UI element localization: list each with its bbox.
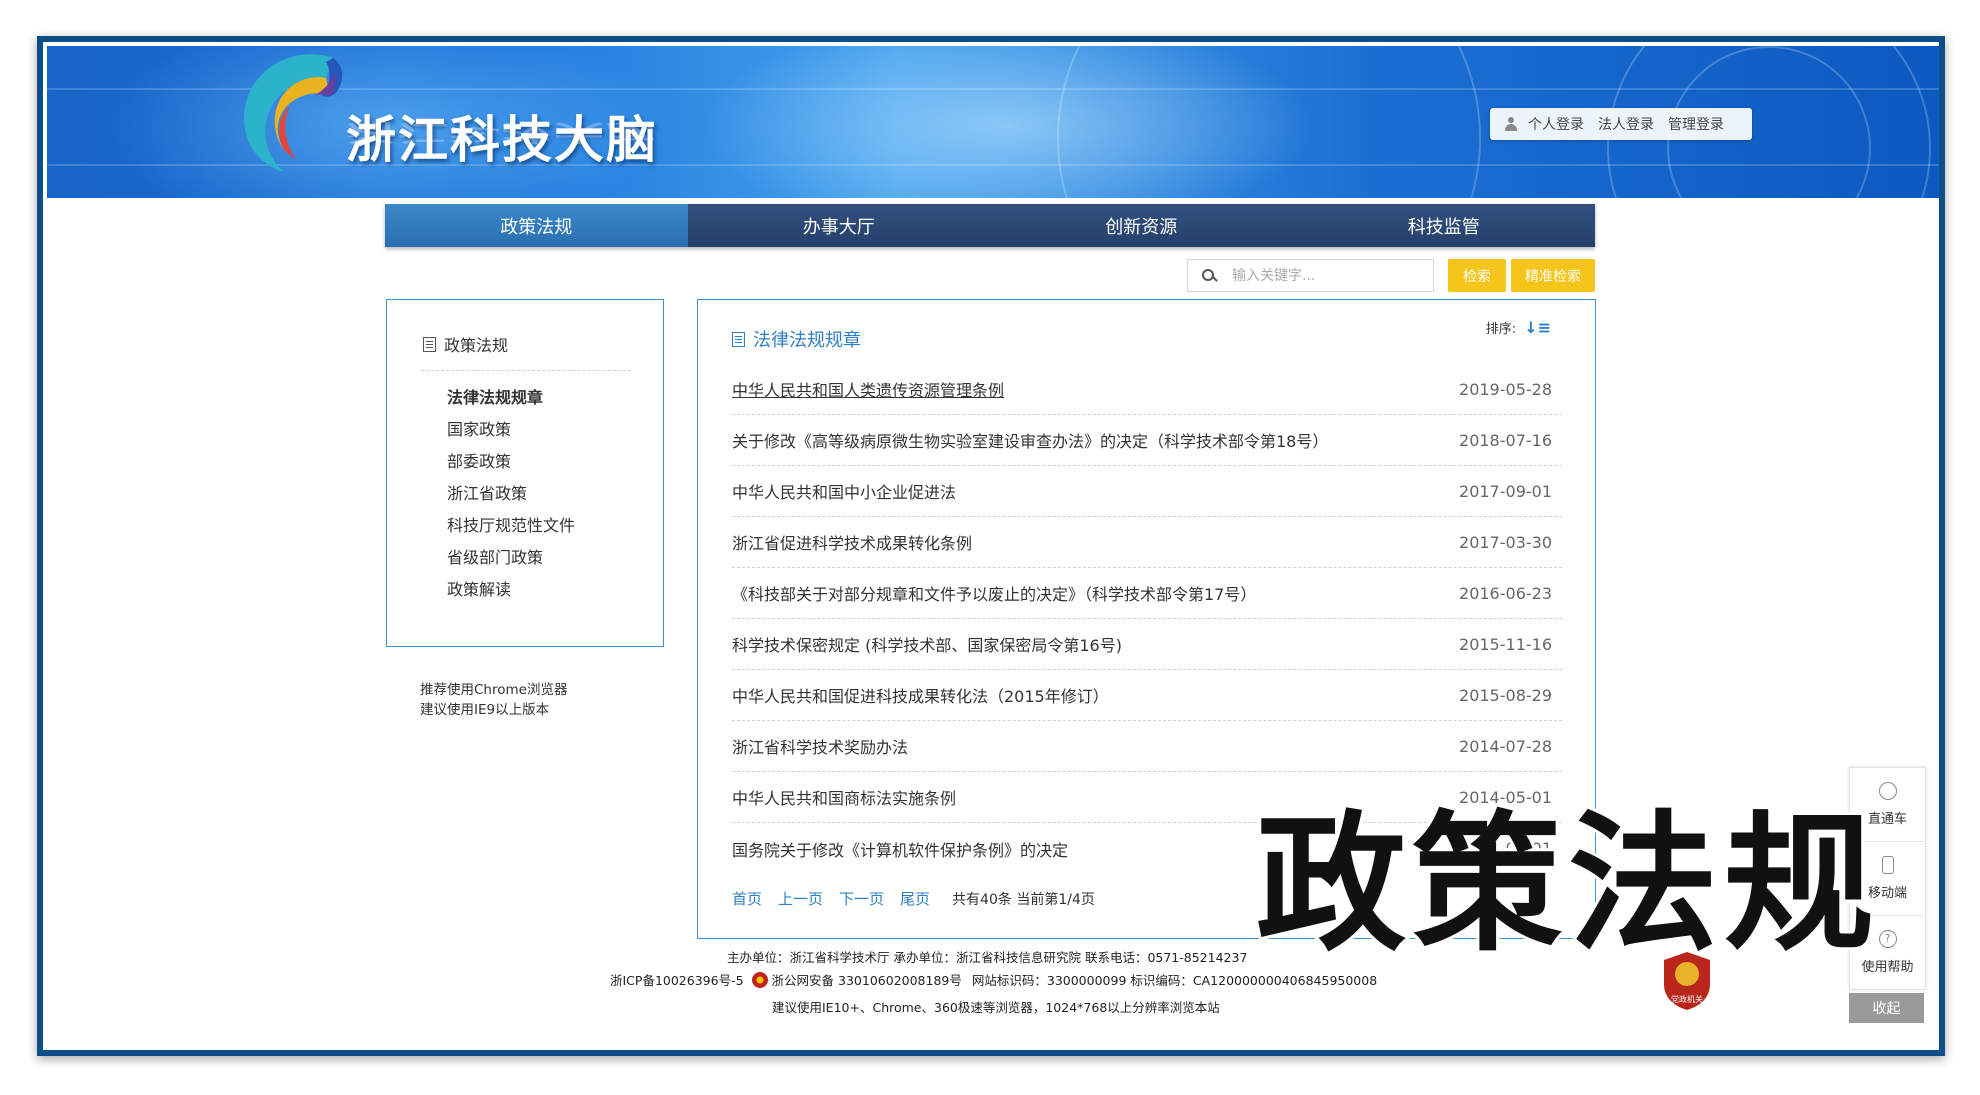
list-item: 浙江省科学技术奖励办法 2014-07-28 bbox=[732, 721, 1562, 772]
list-item: 关于修改《高等级病原微生物实验室建设审查办法》的决定（科学技术部令第18号） 20… bbox=[732, 415, 1562, 466]
user-icon bbox=[1504, 117, 1518, 131]
nav-tech-supervision[interactable]: 科技监管 bbox=[1293, 204, 1596, 247]
divider bbox=[421, 370, 631, 371]
corporate-login-link[interactable]: 法人登录 bbox=[1598, 114, 1654, 134]
policy-date: 2018-07-16 bbox=[1459, 430, 1552, 450]
search-button[interactable]: 检索 bbox=[1448, 259, 1506, 292]
policy-title-link[interactable]: 《科技部关于对部分规章和文件予以废止的决定》（科学技术部令第17号） bbox=[732, 581, 1256, 605]
pagination-info: 共有40条 当前第1/4页 bbox=[952, 891, 1095, 908]
document-list-icon bbox=[423, 336, 436, 352]
sidebar-item-ministry[interactable]: 部委政策 bbox=[447, 446, 575, 478]
document-list-icon bbox=[732, 331, 745, 347]
police-badge-icon bbox=[751, 971, 768, 988]
badge-text: 党政机关 bbox=[1671, 994, 1703, 1004]
list-item: 中华人民共和国中小企业促进法 2017-09-01 bbox=[732, 466, 1562, 517]
policy-date: 2015-08-29 bbox=[1459, 685, 1552, 705]
admin-login-link[interactable]: 管理登录 bbox=[1668, 114, 1724, 134]
sort-order-icon[interactable]: ↓≡ bbox=[1524, 318, 1551, 337]
search-input[interactable] bbox=[1230, 266, 1424, 285]
list-item: 科学技术保密规定 (科学技术部、国家保密局令第16号) 2015-11-16 bbox=[732, 619, 1562, 670]
sidebar-item-normative-docs[interactable]: 科技厅规范性文件 bbox=[447, 510, 575, 542]
policy-date: 2017-09-01 bbox=[1459, 481, 1552, 501]
last-page-link[interactable]: 尾页 bbox=[900, 888, 930, 909]
banner-ring bbox=[1057, 46, 1481, 198]
icp-link[interactable]: 浙ICP备10026396号-5 bbox=[610, 970, 744, 989]
browser-note-line: 建议使用IE9以上版本 bbox=[420, 702, 550, 718]
overlay-caption: 政策法规 bbox=[1253, 798, 1881, 972]
panel-title: 法律法规规章 bbox=[732, 326, 861, 352]
policy-date: 2014-07-28 bbox=[1459, 736, 1552, 756]
site-identifier: 网站标识码：3300000099 标识编码：CA1200000004068459… bbox=[971, 973, 1378, 988]
sidebar-title: 政策法规 bbox=[423, 332, 508, 356]
policy-title-link[interactable]: 浙江省科学技术奖励办法 bbox=[732, 734, 908, 758]
policy-title-link[interactable]: 中华人民共和国商标法实施条例 bbox=[732, 785, 956, 809]
sort-control: 排序: ↓≡ bbox=[1486, 318, 1551, 337]
footer-browser-note: 建议使用IE10+、Chrome、360极速等浏览器，1024*768以上分辨率… bbox=[772, 1000, 1220, 1015]
search-icon bbox=[1202, 268, 1216, 283]
prev-page-link[interactable]: 上一页 bbox=[778, 888, 823, 909]
sidebar-item-national[interactable]: 国家政策 bbox=[447, 414, 575, 446]
chat-icon bbox=[1878, 782, 1897, 800]
policy-title-link[interactable]: 中华人民共和国人类遗传资源管理条例 bbox=[732, 377, 1004, 401]
list-item: 中华人民共和国促进科技成果转化法（2015年修订） 2015-08-29 bbox=[732, 670, 1562, 721]
sidebar-item-provincial-depts[interactable]: 省级部门政策 bbox=[447, 542, 575, 574]
precise-search-button[interactable]: 精准检索 bbox=[1511, 259, 1595, 292]
browser-note-line: 推荐使用Chrome浏览器 bbox=[420, 682, 568, 698]
policy-title-link[interactable]: 国务院关于修改《计算机软件保护条例》的决定 bbox=[732, 837, 1068, 861]
sort-label: 排序: bbox=[1485, 322, 1517, 337]
list-item: 中华人民共和国人类遗传资源管理条例 2019-05-28 bbox=[732, 364, 1562, 415]
login-box: 个人登录 法人登录 管理登录 bbox=[1490, 108, 1752, 140]
sidebar-title-text: 政策法规 bbox=[444, 336, 509, 355]
mobile-phone-icon bbox=[1881, 856, 1894, 874]
help-icon: ? bbox=[1878, 930, 1897, 948]
list-item: 《科技部关于对部分规章和文件予以废止的决定》（科学技术部令第17号） 2016-0… bbox=[732, 568, 1562, 619]
personal-login-link[interactable]: 个人登录 bbox=[1528, 114, 1584, 134]
sidebar-item-laws[interactable]: 法律法规规章 bbox=[447, 382, 575, 414]
site-logo-reflection: 浙江科技大脑 bbox=[346, 118, 658, 146]
first-page-link[interactable]: 首页 bbox=[732, 888, 762, 909]
pagination: 首页 上一页 下一页 尾页 共有40条 当前第1/4页 bbox=[732, 888, 1095, 909]
sidebar-item-zhejiang[interactable]: 浙江省政策 bbox=[447, 478, 575, 510]
sidebar: 政策法规 法律法规规章 国家政策 部委政策 浙江省政策 科技厅规范性文件 省级部… bbox=[386, 299, 664, 647]
next-page-link[interactable]: 下一页 bbox=[839, 888, 884, 909]
nav-policy[interactable]: 政策法规 bbox=[385, 204, 688, 247]
policy-title-link[interactable]: 科学技术保密规定 (科学技术部、国家保密局令第16号) bbox=[732, 632, 1122, 656]
policy-date: 2015-11-16 bbox=[1459, 634, 1552, 654]
policy-date: 2019-05-28 bbox=[1459, 379, 1552, 399]
policy-title-link[interactable]: 中华人民共和国中小企业促进法 bbox=[732, 479, 956, 503]
policy-date: 2017-03-30 bbox=[1459, 532, 1552, 552]
list-item: 浙江省促进科学技术成果转化条例 2017-03-30 bbox=[732, 517, 1562, 568]
panel-title-text: 法律法规规章 bbox=[753, 330, 861, 351]
main-nav: 政策法规 办事大厅 创新资源 科技监管 bbox=[385, 204, 1595, 247]
collapse-button[interactable]: 收起 bbox=[1849, 993, 1924, 1023]
search-box bbox=[1187, 259, 1434, 292]
policy-title-link[interactable]: 浙江省促进科学技术成果转化条例 bbox=[732, 530, 972, 554]
nav-service-hall[interactable]: 办事大厅 bbox=[688, 204, 991, 247]
nav-innovation-resources[interactable]: 创新资源 bbox=[990, 204, 1293, 247]
browser-recommendation: 推荐使用Chrome浏览器 建议使用IE9以上版本 bbox=[420, 680, 567, 720]
footer-registration: 浙ICP备10026396号-5 浙公网安备 33010602008189号 网… bbox=[610, 970, 1377, 989]
policy-title-link[interactable]: 关于修改《高等级病原微生物实验室建设审查办法》的决定（科学技术部令第18号） bbox=[732, 428, 1328, 452]
sidebar-item-interpretation[interactable]: 政策解读 bbox=[447, 574, 575, 606]
police-record-link[interactable]: 浙公网安备 33010602008189号 bbox=[772, 970, 962, 989]
policy-title-link[interactable]: 中华人民共和国促进科技成果转化法（2015年修订） bbox=[732, 683, 1109, 707]
sidebar-menu: 法律法规规章 国家政策 部委政策 浙江省政策 科技厅规范性文件 省级部门政策 政… bbox=[447, 382, 575, 606]
policy-date: 2016-06-23 bbox=[1459, 583, 1552, 603]
site-logo-icon bbox=[243, 54, 343, 172]
footer-sponsor: 主办单位：浙江省科学技术厅 承办单位：浙江省科技信息研究院 联系电话：0571-… bbox=[727, 950, 1248, 965]
